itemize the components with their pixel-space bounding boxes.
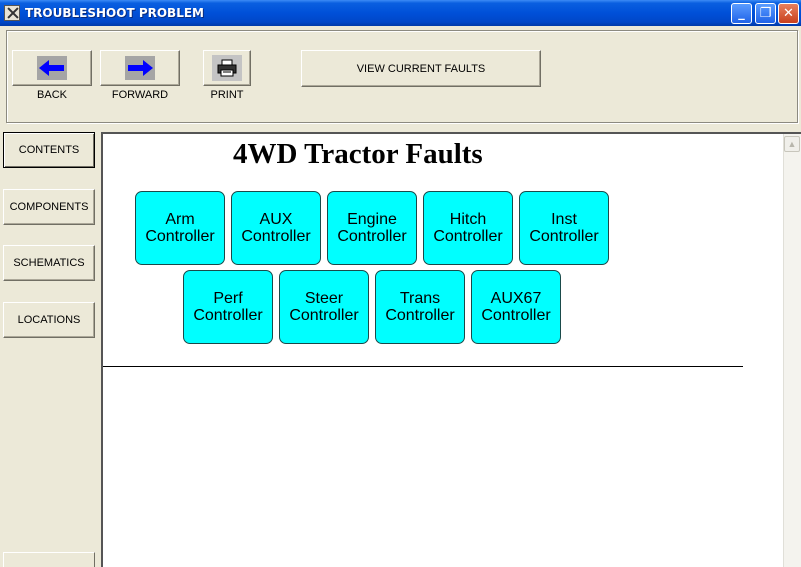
back-tool: BACK — [12, 50, 92, 101]
sidebar-item-contents[interactable]: CONTENTS — [3, 132, 95, 168]
controller-suffix: Controller — [145, 228, 215, 245]
controller-name: Engine — [347, 211, 397, 228]
controller-suffix: Controller — [385, 307, 455, 324]
close-button[interactable]: ✕ — [778, 3, 799, 24]
controller-suffix: Controller — [337, 228, 407, 245]
minimize-button[interactable]: _ — [731, 3, 752, 24]
controller-suffix: Controller — [433, 228, 503, 245]
tools-icon — [4, 5, 20, 21]
controller-name: Hitch — [449, 211, 487, 228]
title-bar: TROUBLESHOOT PROBLEM _ ❐ ✕ — [0, 0, 801, 26]
hitch-controller-button[interactable]: Hitch Controller — [423, 191, 513, 265]
print-label: PRINT — [210, 89, 244, 101]
arm-controller-button[interactable]: Arm Controller — [135, 191, 225, 265]
vertical-scrollbar[interactable]: ▲ — [783, 134, 801, 567]
window-title: TROUBLESHOOT PROBLEM — [25, 6, 204, 20]
controller-name: Steer — [304, 290, 344, 307]
print-tool: PRINT — [203, 50, 251, 101]
engine-controller-button[interactable]: Engine Controller — [327, 191, 417, 265]
trans-controller-button[interactable]: Trans Controller — [375, 270, 465, 344]
forward-tool: FORWARD — [100, 50, 180, 101]
controller-name: Inst — [551, 211, 577, 228]
controller-name: AUX67 — [490, 290, 542, 307]
toolbar: BACK FORWARD PRINT VIEW CURRENT FAULTS — [6, 30, 798, 123]
forward-label: FORWARD — [111, 89, 169, 101]
forward-button[interactable] — [100, 50, 180, 86]
controller-suffix: Controller — [193, 307, 263, 324]
scroll-up-arrow-icon[interactable]: ▲ — [784, 136, 800, 152]
inst-controller-button[interactable]: Inst Controller — [519, 191, 609, 265]
divider-line — [103, 366, 743, 367]
sidebar-item-components[interactable]: COMPONENTS — [3, 189, 95, 225]
perf-controller-button[interactable]: Perf Controller — [183, 270, 273, 344]
print-button[interactable] — [203, 50, 251, 86]
printer-icon — [212, 55, 242, 81]
controller-name: AUX — [259, 211, 293, 228]
controller-name: Perf — [213, 290, 243, 307]
controller-name: Arm — [165, 211, 195, 228]
content-panel: 4WD Tractor Faults Arm Controller AUX Co… — [101, 132, 801, 567]
steer-controller-button[interactable]: Steer Controller — [279, 270, 369, 344]
controller-suffix: Controller — [241, 228, 311, 245]
right-arrow-icon — [125, 56, 155, 80]
controller-name: Trans — [399, 290, 441, 307]
aux67-controller-button[interactable]: AUX67 Controller — [471, 270, 561, 344]
sidebar-button-partial — [3, 552, 95, 567]
page-title: 4WD Tractor Faults — [233, 138, 483, 170]
sidebar-item-schematics[interactable]: SCHEMATICS — [3, 245, 95, 281]
back-button[interactable] — [12, 50, 92, 86]
view-current-faults-button[interactable]: VIEW CURRENT FAULTS — [301, 50, 541, 87]
sidebar-item-locations[interactable]: LOCATIONS — [3, 302, 95, 338]
controller-suffix: Controller — [481, 307, 551, 324]
back-label: BACK — [37, 89, 67, 101]
controller-suffix: Controller — [529, 228, 599, 245]
left-arrow-icon — [37, 56, 67, 80]
controller-suffix: Controller — [289, 307, 359, 324]
restore-button[interactable]: ❐ — [755, 3, 776, 24]
aux-controller-button[interactable]: AUX Controller — [231, 191, 321, 265]
